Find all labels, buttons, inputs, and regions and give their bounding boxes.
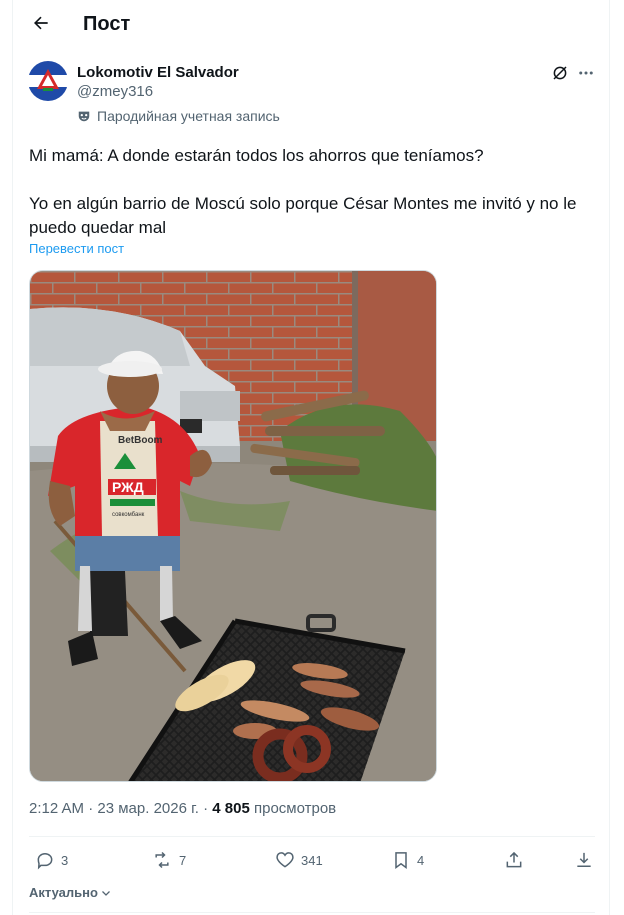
post-date[interactable]: 23 мар. 2026 г. bbox=[97, 800, 199, 817]
repost-icon bbox=[155, 851, 169, 869]
avatar-image bbox=[28, 61, 68, 101]
more-dots-icon bbox=[579, 71, 593, 75]
action-bar: 3 7 341 4 bbox=[29, 846, 595, 876]
chevron-down-icon bbox=[101, 890, 110, 896]
share-icon bbox=[506, 851, 522, 868]
sort-label: Актуально bbox=[29, 885, 98, 900]
shirt-sponsor: BetBoom bbox=[118, 435, 163, 446]
translate-link[interactable]: Перевести пост bbox=[29, 241, 124, 257]
repost-count: 7 bbox=[179, 852, 187, 868]
views-label: просмотров bbox=[253, 800, 337, 817]
views-count: 4 805 bbox=[212, 800, 250, 817]
grok-button[interactable] bbox=[549, 62, 571, 84]
repost-button[interactable]: 7 bbox=[151, 850, 186, 870]
post-time[interactable]: 2:12 AM bbox=[29, 800, 84, 817]
bookmark-count: 4 bbox=[417, 852, 425, 868]
post-meta: 2:12 AM · 23 мар. 2026 г. · 4 805 просмо… bbox=[29, 800, 336, 818]
like-count: 341 bbox=[301, 852, 323, 868]
grok-icon bbox=[553, 66, 567, 80]
arrow-left-icon bbox=[34, 16, 48, 30]
meta-separator: · bbox=[203, 800, 209, 817]
divider bbox=[29, 912, 595, 913]
photo-image: BetBoom РЖД совкомбанк bbox=[30, 271, 436, 781]
reply-button[interactable]: 3 bbox=[35, 850, 68, 870]
heart-icon bbox=[276, 852, 294, 868]
download-icon bbox=[577, 852, 591, 867]
reply-count: 3 bbox=[61, 852, 69, 868]
author-handle[interactable]: @zmey316 bbox=[77, 83, 153, 101]
post-text: Mi mamá: A donde estarán todos los ahorr… bbox=[29, 146, 577, 237]
meta-separator: · bbox=[88, 800, 94, 817]
page-title: Пост bbox=[83, 13, 131, 35]
back-button[interactable] bbox=[29, 11, 53, 35]
author-name[interactable]: Lokomotiv El Salvador bbox=[77, 64, 239, 82]
shirt-bottom-text: совкомбанк bbox=[112, 512, 145, 518]
mask-icon bbox=[78, 111, 90, 122]
bookmark-button[interactable]: 4 bbox=[391, 850, 424, 870]
share-button[interactable] bbox=[504, 850, 524, 870]
post-photo[interactable]: BetBoom РЖД совкомбанк bbox=[29, 270, 437, 782]
top-bar: Пост bbox=[13, 0, 609, 48]
reply-icon bbox=[37, 852, 53, 870]
divider bbox=[29, 836, 595, 837]
bookmark-icon bbox=[395, 852, 407, 869]
avatar[interactable] bbox=[28, 61, 68, 101]
download-button[interactable] bbox=[574, 850, 594, 870]
like-button[interactable]: 341 bbox=[275, 850, 323, 870]
parody-label: Пародийная учетная запись bbox=[97, 108, 280, 124]
shirt-logo: РЖД bbox=[112, 479, 144, 495]
post-column: Пост Lokomotiv El Salvador @zmey316 Паро… bbox=[12, 0, 610, 915]
sort-dropdown[interactable]: Актуально bbox=[29, 885, 112, 900]
more-button[interactable] bbox=[575, 62, 597, 84]
parody-badge: Пародийная учетная запись bbox=[77, 107, 280, 125]
